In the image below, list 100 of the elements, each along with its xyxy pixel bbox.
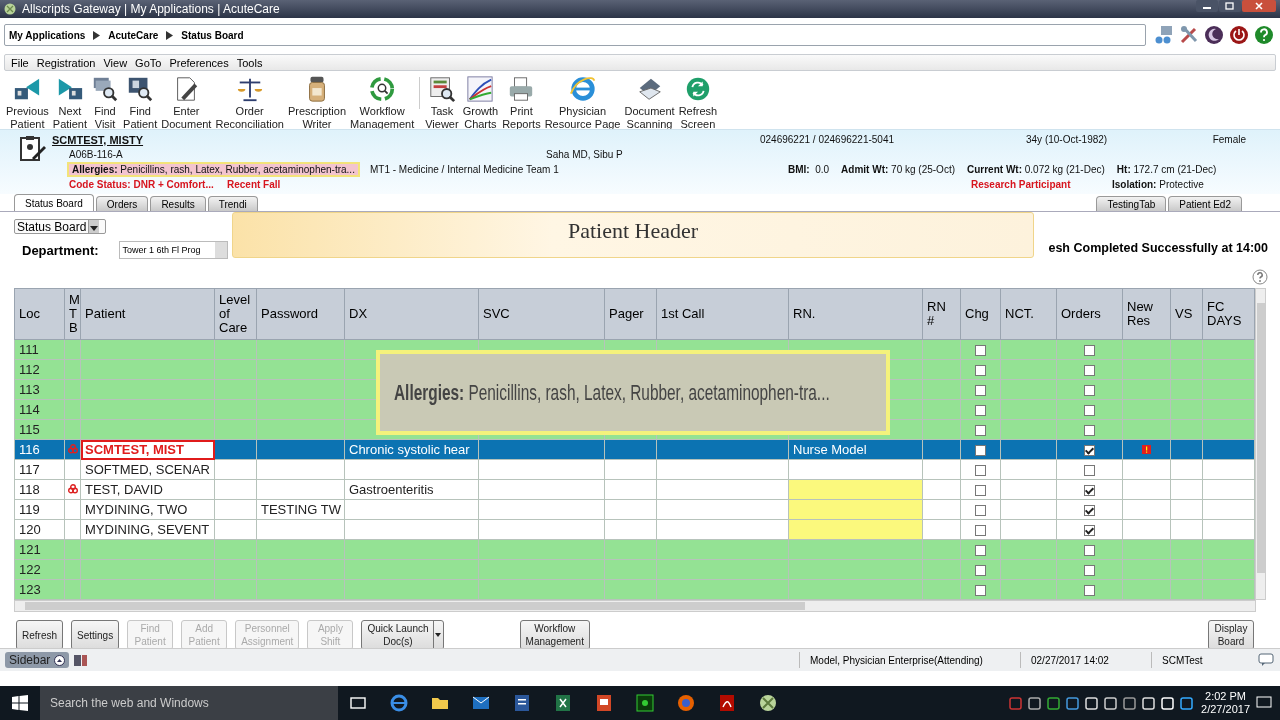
scrollbar[interactable] <box>14 600 1256 612</box>
tab[interactable]: Results <box>150 196 206 211</box>
toolbar-button[interactable]: Physician Resource Page <box>542 75 623 131</box>
network-icon[interactable] <box>1154 25 1174 45</box>
menu-item[interactable]: Registration <box>36 56 96 69</box>
department-field[interactable]: Tower 1 6th Fl Prog <box>118 241 228 259</box>
globe-icon[interactable] <box>676 693 696 713</box>
help-icon[interactable] <box>1254 25 1274 45</box>
checkbox[interactable] <box>1084 345 1095 357</box>
column-header[interactable]: Level of Care <box>214 288 257 340</box>
button[interactable]: Refresh <box>16 620 63 650</box>
button[interactable]: Display Board <box>1208 620 1254 650</box>
toolbar-button[interactable]: Workflow Management <box>348 75 417 131</box>
checkbox[interactable] <box>975 505 986 517</box>
checkbox[interactable] <box>975 345 986 357</box>
toolbar-button[interactable]: Previous Patient <box>4 75 51 131</box>
column-header[interactable]: New Res <box>1122 288 1171 340</box>
column-header[interactable]: RN # <box>922 288 961 340</box>
checkbox[interactable] <box>975 585 986 597</box>
address-bar[interactable]: My Applications AcuteCare Status Board <box>4 24 1146 46</box>
tray-icon[interactable] <box>1028 696 1042 710</box>
browser-icon[interactable] <box>389 693 409 713</box>
checkbox[interactable] <box>1084 585 1095 597</box>
checkbox[interactable] <box>1084 545 1095 557</box>
table-cell: 120 <box>14 519 65 540</box>
column-header[interactable]: DX <box>344 288 479 340</box>
checkbox[interactable] <box>975 425 986 437</box>
restore-icon[interactable] <box>1219 0 1241 12</box>
app-logo-icon[interactable] <box>758 693 778 713</box>
checkbox[interactable] <box>975 385 986 397</box>
pdf-icon[interactable] <box>717 693 737 713</box>
tab[interactable]: Trendi <box>207 196 258 211</box>
checkbox[interactable] <box>1084 445 1095 457</box>
checkbox[interactable] <box>1084 425 1095 437</box>
minimize-icon[interactable] <box>1196 0 1218 12</box>
column-header[interactable]: Loc <box>14 288 65 340</box>
button[interactable]: Settings <box>71 620 120 650</box>
column-header[interactable]: NCT. <box>1000 288 1057 340</box>
menu-item[interactable]: File <box>11 56 29 69</box>
selected-row[interactable]: 116 SCMTEST, MIST Chronic systolic hear Nurse Model <box>14 439 1255 460</box>
menu-item[interactable]: View <box>103 56 128 69</box>
view-dropdown[interactable]: Status Board <box>14 219 107 234</box>
menu-item[interactable]: Preferences <box>169 56 229 69</box>
checkbox[interactable] <box>975 465 986 477</box>
column-header[interactable]: Password <box>256 288 345 340</box>
search-field[interactable]: Search the web and Windows <box>40 686 338 720</box>
checkbox[interactable] <box>1084 365 1095 377</box>
split-button[interactable]: Quick Launch Doc(s) <box>361 620 444 650</box>
checkbox[interactable] <box>975 365 986 377</box>
column-header[interactable]: Orders <box>1056 288 1123 340</box>
tab[interactable]: TestingTab <box>1096 196 1167 211</box>
column-header[interactable]: Patient <box>80 288 215 340</box>
column-header[interactable]: Pager <box>604 288 657 340</box>
checkbox[interactable] <box>1084 485 1095 497</box>
checkbox[interactable] <box>975 405 986 417</box>
column-header[interactable]: Chg <box>960 288 1001 340</box>
breadcrumb-link[interactable]: Status Board <box>181 29 244 41</box>
checkbox[interactable] <box>975 485 986 497</box>
patient-age: 34y (10-Oct-1982) <box>1026 134 1109 145</box>
sidebar-toggle[interactable]: Sidebar <box>5 652 70 668</box>
checkbox[interactable] <box>1084 465 1095 477</box>
chevron-up-icon <box>54 654 66 666</box>
checkbox[interactable] <box>1084 525 1095 537</box>
tab[interactable]: Patient Ed2 <box>1168 196 1242 211</box>
checkbox[interactable] <box>975 565 986 577</box>
checkbox[interactable] <box>975 545 986 557</box>
moon-icon[interactable] <box>1204 25 1224 45</box>
breadcrumb-link[interactable]: AcuteCare <box>108 29 159 41</box>
checkbox[interactable] <box>1084 385 1095 397</box>
slides-icon[interactable] <box>594 693 614 713</box>
tab[interactable]: Orders <box>95 196 149 211</box>
help-icon[interactable] <box>1252 269 1268 285</box>
checkbox[interactable] <box>1084 505 1095 517</box>
button[interactable]: Workflow Management <box>519 620 590 650</box>
scrollbar[interactable] <box>1255 288 1266 600</box>
checkbox[interactable] <box>975 525 986 537</box>
column-header[interactable]: SVC <box>478 288 605 340</box>
breadcrumb-link[interactable]: My Applications <box>9 29 86 41</box>
chat-icon[interactable] <box>1258 653 1274 667</box>
toolbar-button[interactable]: Order Reconciliation <box>213 75 286 131</box>
tab[interactable]: Status Board <box>14 194 94 211</box>
checkbox[interactable] <box>1084 565 1095 577</box>
checkbox[interactable] <box>1084 405 1095 417</box>
spreadsheet-icon[interactable] <box>553 693 573 713</box>
start-icon[interactable] <box>12 695 28 711</box>
menu-item[interactable]: GoTo <box>135 56 162 69</box>
document-icon[interactable] <box>512 693 532 713</box>
column-header[interactable]: RN. <box>788 288 923 340</box>
checkbox[interactable] <box>975 445 986 457</box>
patient-name[interactable]: SCMTEST, MISTY <box>52 133 760 146</box>
tray-icon[interactable] <box>1180 696 1194 710</box>
column-header[interactable]: 1st Call <box>656 288 789 340</box>
power-icon[interactable] <box>1229 25 1249 45</box>
menu-item[interactable]: Tools <box>236 56 263 69</box>
notification-icon[interactable] <box>1256 696 1272 710</box>
toolbar-button[interactable]: Next Patient <box>50 75 90 131</box>
column-header[interactable]: VS <box>1170 288 1203 340</box>
close-icon[interactable] <box>1242 0 1276 12</box>
column-header[interactable]: FC DAYS <box>1202 288 1255 340</box>
tools-icon[interactable] <box>1179 25 1199 45</box>
